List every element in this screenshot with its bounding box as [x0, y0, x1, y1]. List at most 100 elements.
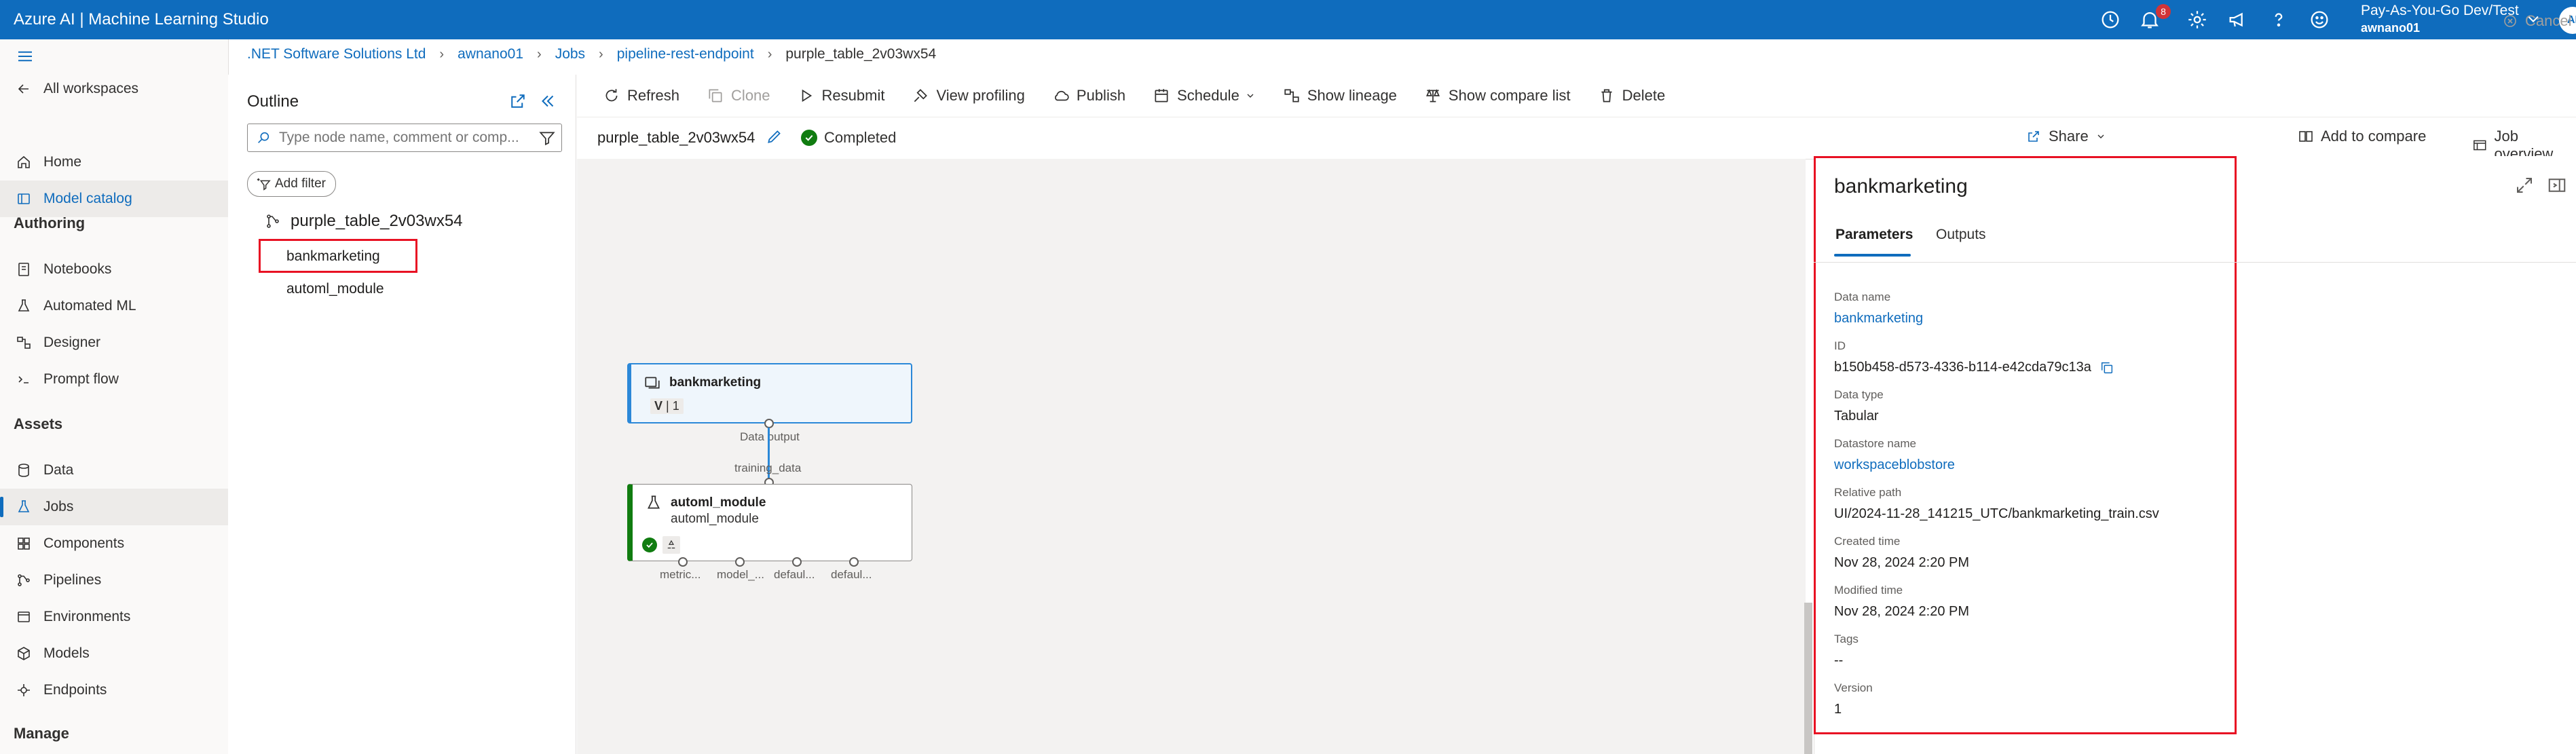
gear-icon[interactable] [2186, 8, 2209, 31]
tab-parameters[interactable]: Parameters [1835, 227, 1913, 243]
nav-label: Automated ML [43, 298, 136, 314]
search-icon [256, 130, 271, 145]
cancel-button[interactable]: Cancel [2502, 12, 2571, 30]
output-port[interactable] [735, 557, 745, 567]
chevron-down-icon [2097, 134, 2104, 138]
nav-designer[interactable]: Designer [0, 324, 228, 361]
flask-icon [15, 498, 33, 516]
breadcrumb-experiment[interactable]: pipeline-rest-endpoint [617, 46, 754, 62]
breadcrumb-jobs[interactable]: Jobs [555, 46, 585, 62]
edit-pencil-icon[interactable] [766, 128, 783, 145]
breadcrumb-separator: › [767, 46, 772, 62]
database-icon [15, 461, 33, 479]
nav-notebooks[interactable]: Notebooks [0, 251, 228, 288]
nav-label: Designer [43, 335, 101, 350]
output-port[interactable] [792, 557, 802, 567]
module-node-automl[interactable]: automl_module automl_module [627, 484, 912, 561]
clock-icon[interactable] [2099, 8, 2122, 31]
output-port[interactable] [764, 419, 774, 428]
delete-label: Delete [1622, 87, 1666, 104]
show-compare-list-button[interactable]: Show compare list [1424, 87, 1571, 105]
nav-environments[interactable]: Environments [0, 599, 228, 635]
back-arrow-icon [15, 80, 33, 98]
schedule-button[interactable]: Schedule [1153, 87, 1256, 105]
field-value-datastore-name[interactable]: workspaceblobstore [1834, 457, 1955, 473]
outline-search-box[interactable] [247, 124, 562, 152]
output-port[interactable] [849, 557, 859, 567]
collapse-panel-icon[interactable] [538, 91, 558, 111]
nav-components[interactable]: Components [0, 525, 228, 562]
expand-icon[interactable] [2514, 175, 2535, 195]
outline-panel: Outline Add filter purple_table_2v03wx54… [228, 75, 576, 754]
nav-home[interactable]: Home [0, 144, 228, 181]
outline-search-input[interactable] [278, 129, 525, 147]
resubmit-button[interactable]: Resubmit [798, 87, 885, 105]
tab-outputs[interactable]: Outputs [1936, 227, 1986, 243]
tree-root-pipeline[interactable]: purple_table_2v03wx54 [265, 212, 463, 231]
nav-automated-ml[interactable]: Automated ML [0, 288, 228, 324]
module-node-title: automl_module [671, 495, 766, 510]
view-profiling-button[interactable]: View profiling [912, 87, 1025, 105]
data-node-title: bankmarketing [669, 375, 762, 390]
nav-section-manage: Manage [14, 725, 69, 742]
copy-icon[interactable] [2099, 360, 2114, 375]
job-toolbar: Refresh Clone Resubmit View profiling Pu… [577, 75, 2576, 117]
field-value-created-time: Nov 28, 2024 2:20 PM [1834, 555, 1970, 570]
output-port[interactable] [678, 557, 688, 567]
show-lineage-button[interactable]: Show lineage [1283, 87, 1397, 105]
breadcrumb-separator: › [439, 46, 445, 62]
pipeline-icon [15, 571, 33, 589]
environment-icon [15, 608, 33, 626]
tree-item-automl-module[interactable]: automl_module [286, 281, 384, 297]
nav-models[interactable]: Models [0, 635, 228, 672]
share-out-icon[interactable] [508, 91, 528, 111]
app-title[interactable]: Azure AI | Machine Learning Studio [14, 10, 269, 29]
nav-endpoints[interactable]: Endpoints [0, 672, 228, 709]
field-value-modified-time: Nov 28, 2024 2:20 PM [1834, 604, 1970, 619]
notebook-icon [15, 261, 33, 278]
account-info[interactable]: Pay-As-You-Go Dev/Test awnano01 [2361, 3, 2519, 35]
pipeline-canvas[interactable] [577, 159, 1806, 754]
resubmit-label: Resubmit [821, 87, 885, 104]
compare-icon [2299, 131, 2313, 142]
breadcrumb-workspace[interactable]: awnano01 [458, 46, 523, 62]
details-title: bankmarketing [1834, 175, 1968, 197]
show-lineage-label: Show lineage [1307, 87, 1397, 104]
dock-panel-icon[interactable] [2547, 175, 2567, 195]
publish-button[interactable]: Publish [1052, 87, 1125, 105]
output-label: metric... [660, 568, 701, 581]
active-tab-indicator [1834, 254, 1911, 257]
field-value-data-name[interactable]: bankmarketing [1834, 311, 1923, 326]
nav-model-catalog[interactable]: Model catalog [0, 181, 228, 217]
field-label-id: ID [1834, 339, 1846, 352]
breadcrumb-org[interactable]: .NET Software Solutions Ltd [247, 46, 426, 62]
hamburger-menu-icon[interactable] [15, 46, 35, 67]
share-button[interactable]: Share [2026, 128, 2106, 145]
feedback-smiley-icon[interactable] [2308, 8, 2331, 31]
module-node-subtitle: automl_module [671, 512, 759, 526]
refresh-button[interactable]: Refresh [603, 87, 679, 105]
output-label: defaul... [774, 568, 815, 581]
tree-root-label: purple_table_2v03wx54 [291, 212, 463, 230]
add-to-compare-button[interactable]: Add to compare [2298, 128, 2426, 145]
clone-button[interactable]: Clone [707, 87, 770, 105]
breadcrumb-current: purple_table_2v03wx54 [785, 46, 937, 62]
nav-pipelines[interactable]: Pipelines [0, 562, 228, 599]
tree-item-bankmarketing[interactable]: bankmarketing [286, 248, 380, 265]
designer-icon [15, 334, 33, 352]
nav-all-workspaces[interactable]: All workspaces [0, 71, 228, 107]
components-icon [15, 535, 33, 552]
help-icon[interactable] [2267, 8, 2290, 31]
delete-button[interactable]: Delete [1598, 87, 1666, 105]
canvas-scrollbar[interactable] [1804, 603, 1812, 754]
nav-jobs[interactable]: Jobs [0, 489, 228, 525]
megaphone-icon[interactable] [2226, 8, 2250, 31]
filter-icon[interactable] [538, 129, 556, 147]
nav-prompt-flow[interactable]: Prompt flow [0, 361, 228, 398]
job-status-label: Completed [824, 129, 897, 146]
nav-label: Models [43, 645, 90, 661]
nav-data[interactable]: Data [0, 452, 228, 489]
data-node-bankmarketing[interactable]: bankmarketing V | 1 [627, 363, 912, 423]
chevron-down-icon [1247, 94, 1254, 98]
add-filter-button[interactable]: Add filter [247, 171, 336, 197]
